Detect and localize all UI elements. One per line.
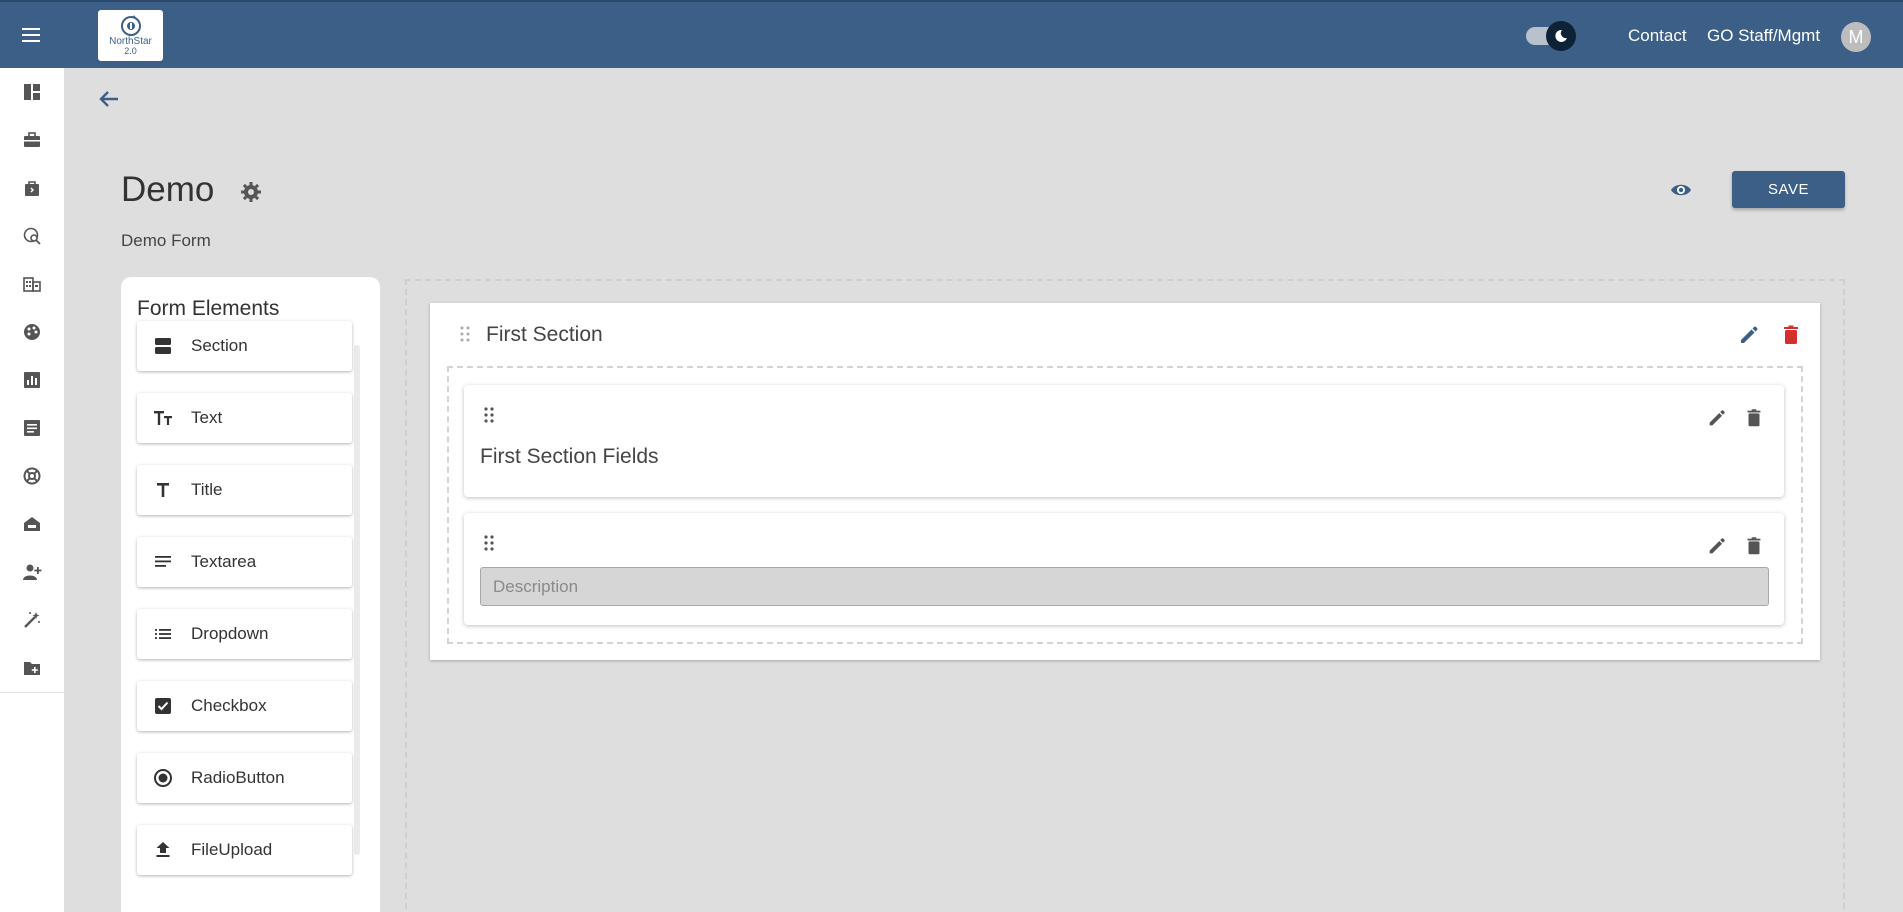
- subject-icon: [153, 552, 173, 572]
- sidebar-item-dashboard[interactable]: [0, 68, 64, 116]
- form-element-text[interactable]: Text: [137, 393, 352, 443]
- sidebar-item-support[interactable]: [0, 452, 64, 500]
- radio-icon: [153, 768, 173, 788]
- sidebar-nav-list: [0, 68, 64, 693]
- search-globe-icon: [23, 227, 41, 245]
- form-elements-scrollbar[interactable]: [354, 345, 360, 855]
- form-element-section[interactable]: Section: [137, 321, 352, 371]
- sidebar: [0, 68, 64, 912]
- form-element-dropdown[interactable]: Dropdown: [137, 609, 352, 659]
- form-element-label: Dropdown: [191, 624, 269, 643]
- form-element-label: FileUpload: [191, 840, 273, 859]
- top-app-bar: NorthStar 2.0 Contact GO Staff/Mgmt M: [0, 0, 1903, 68]
- field-text-value: First Section Fields: [480, 445, 659, 468]
- form-element-fileupload[interactable]: FileUpload: [137, 825, 352, 875]
- form-element-label: Checkbox: [191, 696, 267, 715]
- palette-icon: [24, 324, 40, 340]
- magic-wand-icon: [24, 612, 40, 628]
- sidebar-item-chart[interactable]: [0, 356, 64, 404]
- form-element-checkbox[interactable]: Checkbox: [137, 681, 352, 731]
- form-element-radiobutton[interactable]: RadioButton: [137, 753, 352, 803]
- contact-link[interactable]: Contact: [1628, 26, 1687, 46]
- save-button[interactable]: SAVE: [1732, 171, 1845, 208]
- field-delete-trash-icon[interactable]: [1743, 407, 1765, 429]
- form-elements-panel: Form Elements Section Text Title Textare…: [121, 277, 380, 912]
- sidebar-item-magic-wand[interactable]: [0, 596, 64, 644]
- domain-icon: [23, 277, 41, 292]
- sidebar-item-folder-add[interactable]: [0, 644, 64, 692]
- house-icon: [24, 517, 40, 531]
- field-edit-pencil-icon[interactable]: [1706, 407, 1728, 429]
- field-card-textarea[interactable]: [464, 513, 1784, 625]
- page-subtitle: Demo Form: [121, 231, 211, 250]
- drag-handle-icon[interactable]: [484, 535, 494, 556]
- text-fields-icon: [153, 408, 173, 428]
- menu-icon[interactable]: [22, 28, 40, 42]
- sidebar-item-article[interactable]: [0, 404, 64, 452]
- sidebar-item-house[interactable]: [0, 500, 64, 548]
- sidebar-item-palette[interactable]: [0, 308, 64, 356]
- sidebar-item-domain[interactable]: [0, 260, 64, 308]
- add-person-icon: [23, 564, 42, 580]
- logo-version-text: 2.0: [124, 46, 137, 56]
- bag-icon: [25, 181, 39, 196]
- title-icon: [153, 480, 173, 500]
- drag-handle-icon[interactable]: [484, 407, 494, 428]
- sidebar-item-add-person[interactable]: [0, 548, 64, 596]
- staff-mgmt-link[interactable]: GO Staff/Mgmt: [1707, 26, 1820, 46]
- theme-toggle-moon-icon[interactable]: [1546, 21, 1576, 51]
- article-icon: [24, 420, 40, 436]
- form-element-label: Title: [191, 480, 223, 499]
- list-icon: [153, 624, 173, 644]
- support-icon: [23, 467, 41, 485]
- section-delete-trash-icon[interactable]: [1779, 323, 1803, 347]
- section-icon: [153, 336, 173, 356]
- app-logo[interactable]: NorthStar 2.0: [98, 10, 163, 61]
- form-element-label: RadioButton: [191, 768, 285, 787]
- drag-handle-icon[interactable]: [460, 326, 470, 347]
- gear-icon[interactable]: [240, 181, 262, 203]
- form-element-title[interactable]: Title: [137, 465, 352, 515]
- checkbox-icon: [153, 696, 173, 716]
- section-title: First Section: [486, 323, 603, 346]
- section-edit-pencil-icon[interactable]: [1737, 323, 1761, 347]
- field-delete-trash-icon[interactable]: [1743, 535, 1765, 557]
- form-element-label: Section: [191, 336, 248, 355]
- form-element-label: Text: [191, 408, 223, 427]
- description-input[interactable]: [480, 567, 1769, 606]
- field-edit-pencil-icon[interactable]: [1706, 535, 1728, 557]
- page-title: Demo: [121, 170, 215, 209]
- sidebar-item-bag[interactable]: [0, 164, 64, 212]
- form-element-textarea[interactable]: Textarea: [137, 537, 352, 587]
- upload-icon: [153, 840, 173, 860]
- sidebar-item-search-globe[interactable]: [0, 212, 64, 260]
- avatar[interactable]: M: [1841, 22, 1871, 52]
- back-arrow-icon[interactable]: [96, 86, 122, 112]
- section-card[interactable]: First Section First Section Fields: [430, 303, 1820, 660]
- preview-eye-icon[interactable]: [1669, 178, 1693, 202]
- dashboard-icon: [24, 84, 40, 100]
- form-element-label: Textarea: [191, 552, 257, 571]
- chart-icon: [24, 372, 40, 388]
- form-elements-title: Form Elements: [137, 297, 280, 320]
- logo-mark-icon: [120, 15, 141, 36]
- field-card-text[interactable]: First Section Fields: [464, 385, 1784, 497]
- sidebar-item-briefcase[interactable]: [0, 116, 64, 164]
- briefcase-icon: [24, 132, 40, 147]
- folder-add-icon: [24, 662, 40, 675]
